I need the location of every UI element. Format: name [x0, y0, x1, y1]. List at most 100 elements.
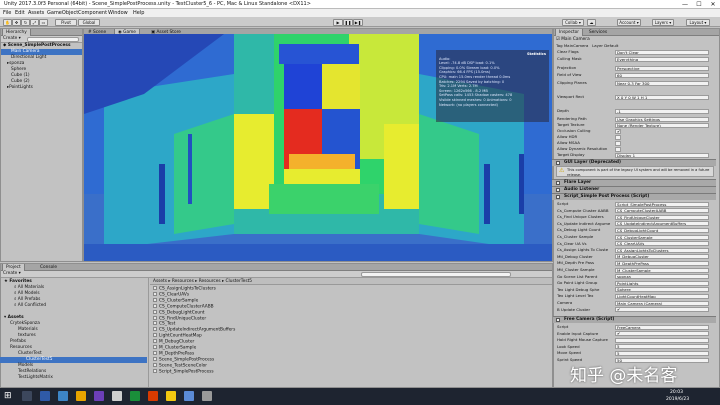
- menu-assets[interactable]: Assets: [28, 10, 44, 16]
- object-name-field[interactable]: Main Camera: [561, 37, 590, 42]
- prop-value[interactable]: CS_ClusterSample: [615, 234, 709, 240]
- asset-file-item[interactable]: M_DebugCluster: [153, 339, 194, 345]
- play-button[interactable]: ▶: [333, 19, 343, 26]
- prop-value[interactable]: M_DebugCluster: [615, 254, 709, 260]
- project-create-button[interactable]: Create ▾: [3, 271, 21, 277]
- asset-file-item[interactable]: Scene_SimplePostProcess: [153, 356, 214, 362]
- prop-value[interactable]: CS_UpdateIndirectArgumentBuffers: [615, 221, 709, 227]
- tab-console[interactable]: Console: [37, 264, 60, 271]
- asset-file-item[interactable]: Script_SimplePostProcess: [153, 368, 214, 374]
- script-prop-row[interactable]: Cs_Assign Lights To Cluste CS_AssignLight…: [557, 247, 713, 253]
- tab-project[interactable]: Project: [2, 264, 25, 271]
- prop-value[interactable]: FreeCamera: [615, 324, 709, 330]
- prop-value[interactable]: M_DepthPrePass: [615, 260, 709, 266]
- prop-value[interactable]: Don't Clear: [615, 49, 709, 55]
- script-prop-row[interactable]: Go Scene List Parent sponza: [557, 274, 713, 280]
- collab-dropdown[interactable]: Collab ▾: [562, 19, 584, 26]
- cloud-button[interactable]: ☁: [587, 19, 596, 26]
- prop-value[interactable]: -1: [615, 108, 709, 114]
- search-icon[interactable]: [22, 391, 32, 401]
- prop-value[interactable]: CS_ClearUAVs: [615, 241, 709, 247]
- windows-start-icon[interactable]: ⊞: [4, 391, 14, 401]
- taskbar-date[interactable]: 2019/6/23: [666, 397, 689, 402]
- project-search-input[interactable]: [361, 272, 511, 277]
- hierarchy-search-input[interactable]: [27, 37, 79, 42]
- prop-value[interactable]: M_ClusterSample: [615, 267, 709, 273]
- script-prop-row[interactable]: Tex Light Debug Sphe Sphere: [557, 287, 713, 293]
- prop-value[interactable]: CS_AssignLightsToClusters: [615, 247, 709, 253]
- prop-value[interactable]: ✔: [615, 331, 709, 337]
- prop-value[interactable]: Use Graphics Settings: [615, 116, 709, 122]
- app-icon[interactable]: [184, 391, 194, 401]
- component-enable-checkbox[interactable]: [556, 195, 560, 199]
- scale-tool-button[interactable]: ⤢: [30, 19, 39, 26]
- pivot-toggle[interactable]: Pivot: [55, 19, 77, 26]
- file-explorer-icon[interactable]: [76, 391, 86, 401]
- asset-file-item[interactable]: Scene_TestSceneColor: [153, 362, 207, 368]
- prop-value[interactable]: 5: [615, 344, 709, 350]
- pause-button[interactable]: ❚❚: [343, 19, 353, 26]
- prop-depth[interactable]: Depth -1: [557, 108, 713, 114]
- menu-window[interactable]: Window: [108, 10, 128, 16]
- prop-checkbox[interactable]: [615, 146, 621, 152]
- component-enable-checkbox[interactable]: [556, 318, 560, 322]
- free-camera-prop-row[interactable]: Move Speed 5: [557, 350, 713, 356]
- tab-hierarchy[interactable]: Hierarchy: [2, 29, 31, 36]
- edge-icon[interactable]: [58, 391, 68, 401]
- prop-value[interactable]: CS_FindUniqueCluster: [615, 214, 709, 220]
- prop-value[interactable]: None (Render Texture): [615, 122, 709, 128]
- prop-value[interactable]: Display 1: [615, 152, 709, 158]
- unity-icon[interactable]: [112, 391, 122, 401]
- script-prop-row[interactable]: Cs_Cluster Sample CS_ClusterSample: [557, 234, 713, 240]
- asset-file-item[interactable]: M_DepthPrePass: [153, 350, 194, 356]
- prop-value[interactable]: CS_DebugLightCount: [615, 227, 709, 233]
- hand-tool-button[interactable]: ✋: [3, 19, 12, 26]
- global-toggle[interactable]: Global: [78, 19, 100, 26]
- layout-dropdown[interactable]: Layout ▾: [686, 19, 710, 26]
- step-button[interactable]: ▶❚: [353, 19, 363, 26]
- asset-file-item[interactable]: CS_UpdateIndirectArgumentBuffers: [153, 327, 235, 333]
- script-prop-row[interactable]: Go Point Light Group PointLights: [557, 280, 713, 286]
- script-prop-row[interactable]: Mtl_Depth Pre Pass M_DepthPrePass: [557, 260, 713, 266]
- close-button[interactable]: ✕: [706, 0, 720, 9]
- menu-help[interactable]: Help: [133, 10, 144, 16]
- prop-value[interactable]: 60: [615, 72, 709, 78]
- layers-dropdown[interactable]: Layers ▾: [652, 19, 674, 26]
- asset-file-item[interactable]: CS_FindUniqueCluster: [153, 315, 206, 321]
- prop-value[interactable]: Script_SimplePostProcess: [615, 201, 709, 207]
- tab-inspector[interactable]: Inspector: [555, 29, 584, 36]
- minimize-button[interactable]: —: [678, 0, 692, 9]
- asset-file-item[interactable]: CS_ClusterSample: [153, 297, 198, 303]
- prop-culling-mask[interactable]: Culling Mask Everything: [557, 56, 713, 62]
- account-dropdown[interactable]: Account ▾: [617, 19, 641, 26]
- free-camera-prop-row[interactable]: Hold Right Mouse Capture: [557, 337, 713, 343]
- prop-target-display[interactable]: Target Display Display 1: [557, 152, 713, 158]
- prop-checkbox[interactable]: ✔: [615, 128, 621, 134]
- component-gui-layer[interactable]: GUI Layer (Deprecated): [552, 159, 716, 166]
- prop-clipping-planes[interactable]: Clipping Planes Near 0.3 Far 300: [557, 80, 713, 86]
- prop-value[interactable]: CS_ComputeClusterAABB: [615, 208, 709, 214]
- hierarchy-create-button[interactable]: Create ▾: [3, 36, 21, 42]
- asset-file-item[interactable]: M_ClusterSample: [153, 345, 196, 351]
- prop-value[interactable]: Sphere: [615, 287, 709, 293]
- script-prop-row[interactable]: Script Script_SimplePostProcess: [557, 201, 713, 207]
- component-enable-checkbox[interactable]: [556, 181, 560, 185]
- rotate-tool-button[interactable]: ↻: [21, 19, 30, 26]
- prop-value[interactable]: X 0 Y 0 W 1 H 1: [615, 94, 709, 100]
- component-free-camera[interactable]: Free Camera (Script): [552, 316, 716, 323]
- script-prop-row[interactable]: Cs_Find Unique Clusters CS_FindUniqueClus…: [557, 214, 713, 220]
- prop-checkbox[interactable]: [615, 140, 621, 146]
- prop-value[interactable]: Perspective: [615, 65, 709, 71]
- asset-file-item[interactable]: LightCountHeatMap: [153, 333, 202, 339]
- prop-value[interactable]: Everything: [615, 56, 709, 62]
- favorites-item[interactable]: ⌕ All Conflicted: [14, 303, 46, 309]
- script-prop-row[interactable]: Cs_Update Indirect Argume CS_UpdateIndire…: [557, 221, 713, 227]
- project-breadcrumb[interactable]: Assets ▸ Resources ▸ Resources ▸ Cluster…: [150, 278, 552, 285]
- asset-file-item[interactable]: CS_AssignLightsToClusters: [153, 286, 216, 292]
- asset-file-item[interactable]: CS_ComputeClusterAABB: [153, 303, 214, 309]
- move-tool-button[interactable]: ✥: [12, 19, 21, 26]
- script-prop-row[interactable]: Mtl_Cluster Sample M_ClusterSample: [557, 267, 713, 273]
- script-prop-row[interactable]: B Update Cluster ✔: [557, 307, 713, 313]
- asset-file-item[interactable]: CS_Test: [153, 321, 175, 327]
- free-camera-prop-row[interactable]: Script FreeCamera: [557, 324, 713, 330]
